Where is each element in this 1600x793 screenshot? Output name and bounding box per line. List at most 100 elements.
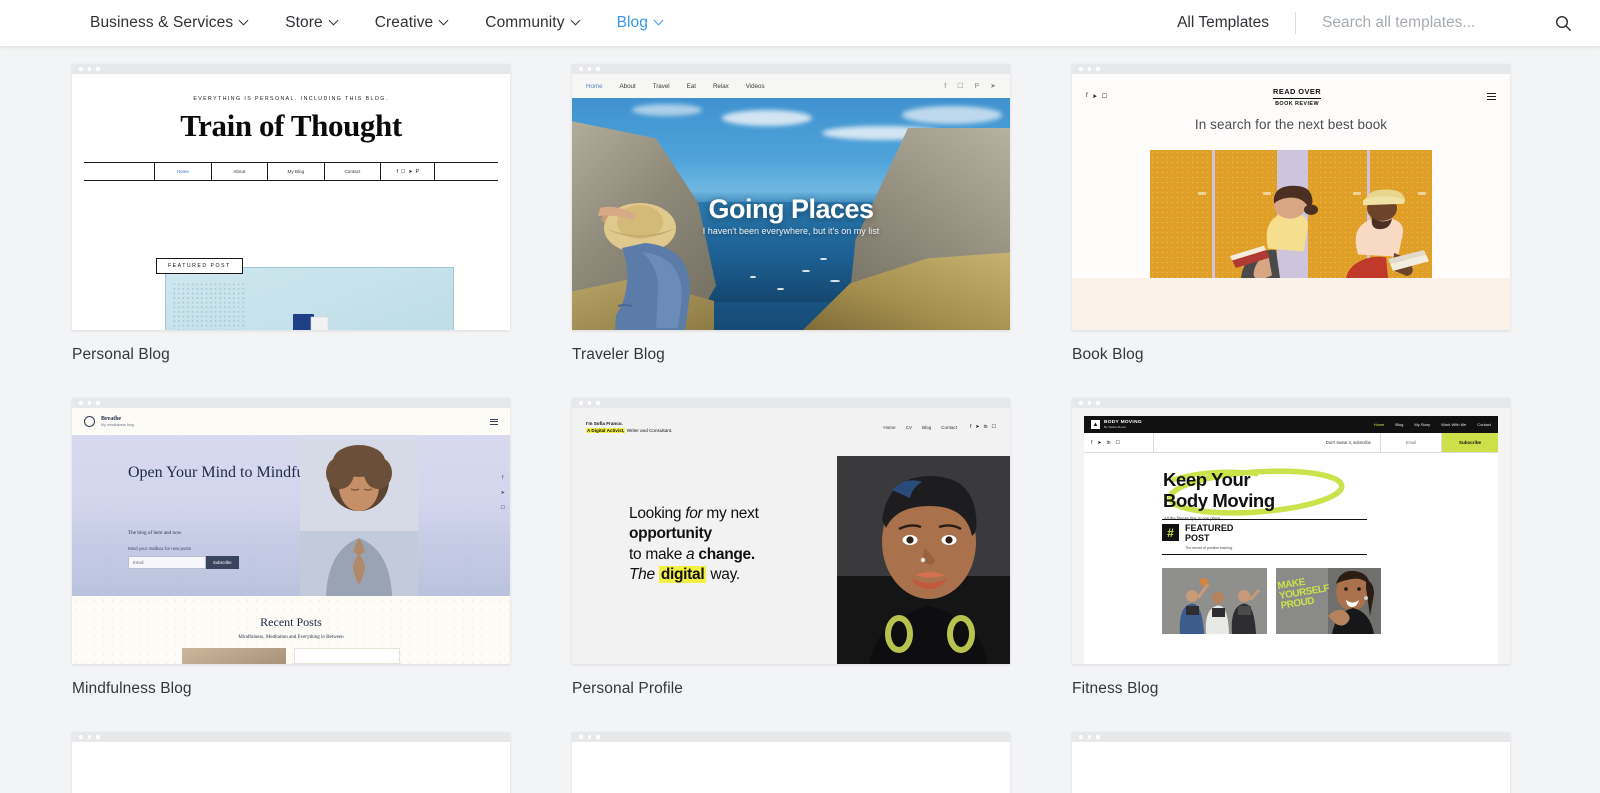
headline-line-3: to make a change. (629, 545, 759, 565)
headline-line-2: Body Moving (1163, 491, 1498, 512)
browser-dot-icon (579, 401, 583, 405)
nav-item-community[interactable]: Community (467, 14, 598, 32)
all-templates-link[interactable]: All Templates (1177, 14, 1295, 32)
hl-a: way. (706, 566, 740, 583)
post-thumbnails (182, 648, 400, 664)
facebook-icon: f (944, 83, 946, 90)
header-right: All Templates (1177, 12, 1576, 34)
browser-dot-icon (579, 735, 583, 739)
preview-nav: Home CV Blog Contact f ➤ in ☐ (883, 420, 996, 430)
preview-headline: Keep Your Body Moving (1163, 470, 1498, 512)
template-preview (72, 742, 510, 793)
template-cell (72, 732, 510, 793)
preview-hero: Open Your Mind to Mindfulness The blog o… (72, 435, 510, 596)
preview-featured-label: FEATURED POST (156, 258, 243, 274)
browser-dot-icon (588, 401, 592, 405)
template-card-book-blog[interactable]: f ➤ ☐ READ OVER BOOK REVIEW In search fo… (1072, 64, 1510, 330)
nav-label: Blog (617, 14, 648, 32)
preview-header: Breathe My mindfulness blog (72, 408, 510, 435)
hl-bold: opportunity (629, 525, 712, 542)
nav-item-creative[interactable]: Creative (357, 14, 468, 32)
browser-chrome (572, 732, 1010, 742)
cloud (632, 104, 702, 116)
intro-rest: Writer and Consultant. (625, 428, 672, 433)
preview-nav-contact: Contact (325, 163, 382, 180)
browser-chrome (572, 398, 1010, 408)
nav-item-store[interactable]: Store (267, 14, 357, 32)
search-area (1296, 14, 1576, 32)
browser-dot-icon (96, 67, 100, 71)
browser-chrome (1072, 64, 1510, 74)
preview-brand: Breathe My mindfulness blog (101, 416, 134, 427)
preview-nav-my-blog: My Blog (268, 163, 325, 180)
hl-b: my next (702, 505, 758, 522)
browser-dot-icon (1088, 735, 1092, 739)
nav-label: Store (285, 14, 323, 32)
browser-dot-icon (596, 67, 600, 71)
template-card-next-row[interactable] (72, 732, 510, 793)
template-card-fitness-blog[interactable]: ▲ BODY MOVING By Sasha Moore Home Blog M… (1072, 398, 1510, 664)
template-label-traveler-blog: Traveler Blog (572, 346, 1010, 364)
browser-chrome (572, 64, 1010, 74)
brand-subtitle: My mindfulness blog (101, 423, 134, 427)
template-label-fitness-blog: Fitness Blog (1072, 680, 1510, 698)
nav-item-blog[interactable]: Blog (599, 14, 682, 32)
browser-dot-icon (96, 735, 100, 739)
template-card-personal-profile[interactable]: I'm Sofia Franco. A Digital Activist, Wr… (572, 398, 1010, 664)
hl-a: Looking (629, 505, 685, 522)
search-icon (1555, 15, 1572, 32)
browser-dot-icon (79, 401, 83, 405)
twitter-icon: ➤ (975, 424, 979, 430)
three-women-illustration (1162, 568, 1267, 634)
preview-header: f ➤ ☐ READ OVER BOOK REVIEW (1086, 74, 1496, 107)
template-card-traveler-blog[interactable]: Home About Travel Eat Relax Videos f ☐ P… (572, 64, 1010, 330)
browser-chrome (72, 64, 510, 74)
preview-headline: Looking for my next opportunity to make … (629, 504, 759, 585)
template-preview: f ➤ ☐ READ OVER BOOK REVIEW In search fo… (1072, 74, 1510, 330)
browser-chrome (1072, 732, 1510, 742)
preview-social-icons: f ➤ ☐ (1086, 93, 1107, 100)
preview-social-icons: f ➤ in ☐ (1084, 433, 1154, 452)
page-footer-band (1072, 278, 1510, 330)
facebook-icon: f (502, 475, 503, 481)
logo-icon: ▲ (1091, 420, 1100, 429)
preview-nav: Home Blog My Story Work With Me Contact (1374, 422, 1491, 427)
preview-hero-image (165, 267, 454, 330)
search-input[interactable] (1322, 14, 1537, 32)
browser-dot-icon (588, 67, 592, 71)
hamburger-icon (1487, 93, 1496, 100)
browser-dot-icon (88, 401, 92, 405)
template-cell: Home About Travel Eat Relax Videos f ☐ P… (572, 64, 1010, 398)
template-card-personal-blog[interactable]: EVERYTHING IS PERSONAL. INCLUDING THIS B… (72, 64, 510, 330)
preview-nav: Home About Travel Eat Relax Videos f ☐ P… (572, 74, 1010, 98)
template-cell: I'm Sofia Franco. A Digital Activist, Wr… (572, 398, 1010, 732)
template-cell: f ➤ ☐ READ OVER BOOK REVIEW In search fo… (1072, 64, 1510, 398)
browser-dot-icon (1079, 401, 1083, 405)
nav-spacer (84, 163, 155, 180)
intro-highlight: A Digital Activist, (586, 428, 625, 433)
subscribe-prompt: Don't sweat it, subscribe (1154, 433, 1380, 452)
template-card-mindfulness-blog[interactable]: Breathe My mindfulness blog Open Your Mi… (72, 398, 510, 664)
template-card-next-row[interactable] (572, 732, 1010, 793)
instagram-icon: ☐ (992, 424, 996, 430)
logo-line-1: READ OVER (1273, 87, 1321, 99)
template-preview: EVERYTHING IS PERSONAL. INCLUDING THIS B… (72, 74, 510, 330)
browser-dot-icon (1088, 401, 1092, 405)
logo-line-2: BOOK REVIEW (1273, 101, 1321, 107)
hl-a: to make (629, 546, 686, 563)
instagram-icon: ☐ (401, 169, 405, 175)
preview-nav-home: Home (586, 83, 603, 90)
template-card-next-row[interactable] (1072, 732, 1510, 793)
preview-social-icons: f ➤ in ☐ (970, 424, 996, 430)
intro-line-2: A Digital Activist, Writer and Consultan… (586, 427, 672, 434)
preview-hero-subtitle: I haven't been everywhere, but it's on m… (572, 226, 1010, 236)
preview-nav-home: Home (883, 425, 895, 430)
meditation-illustration (300, 439, 418, 596)
twitter-icon: ➤ (501, 490, 505, 496)
search-button[interactable] (1537, 15, 1576, 32)
preview-nav-work-with-me: Work With Me (1441, 422, 1466, 427)
preview-intro: I'm Sofia Franco. A Digital Activist, Wr… (586, 420, 672, 434)
nav-item-business-services[interactable]: Business & Services (72, 14, 267, 32)
template-label-book-blog: Book Blog (1072, 346, 1510, 364)
template-preview (1072, 742, 1510, 793)
